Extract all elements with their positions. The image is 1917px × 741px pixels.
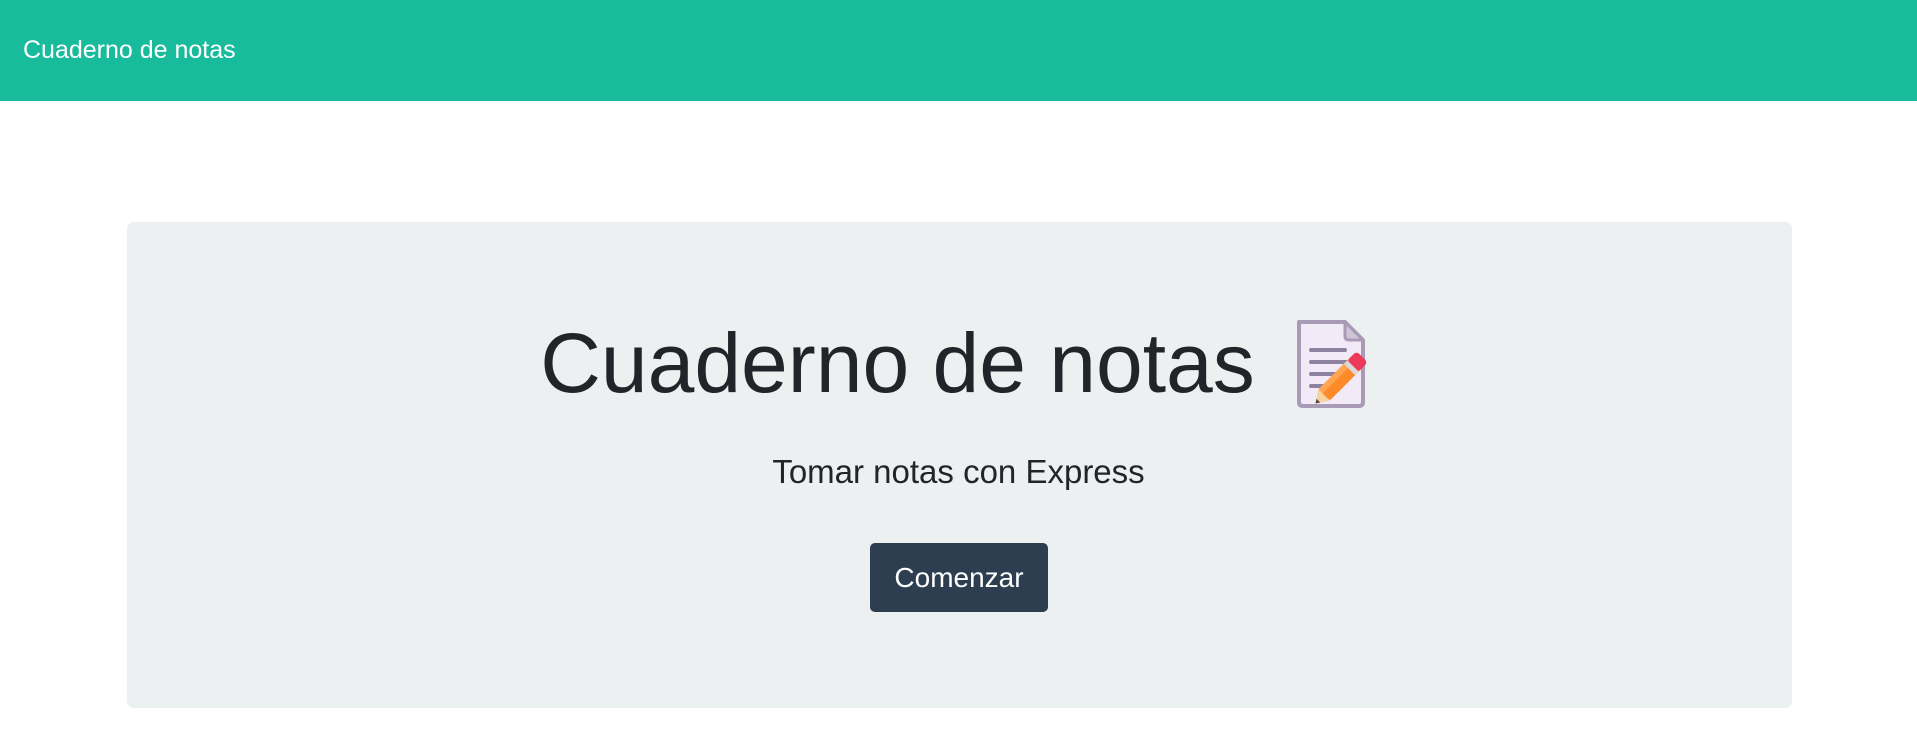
page-title: Cuaderno de notas <box>540 316 1255 410</box>
navbar-brand-link[interactable]: Cuaderno de notas <box>23 36 236 65</box>
hero-subtitle: Tomar notas con Express <box>772 453 1145 490</box>
start-button[interactable]: Comenzar <box>870 543 1048 612</box>
top-navbar: Cuaderno de notas <box>0 0 1917 101</box>
hero-title-row: Cuaderno de notas <box>0 318 1917 408</box>
notepad-pencil-icon <box>1293 318 1377 408</box>
